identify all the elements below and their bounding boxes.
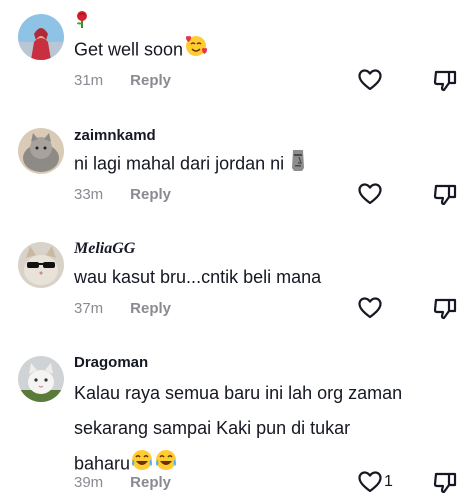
thumbs-down-icon[interactable] (432, 68, 458, 94)
heart-outline-icon[interactable] (357, 295, 383, 321)
avatar[interactable] (18, 356, 64, 402)
thumbs-down-icon[interactable] (432, 296, 458, 322)
like-count: 1 (384, 473, 393, 490)
comment-text: Get well soon (74, 34, 414, 67)
timestamp: 37m (74, 300, 104, 317)
heart-outline-icon[interactable] (357, 181, 383, 207)
avatar[interactable] (18, 128, 64, 174)
comment-text: wau kasut bru...cntik beli mana (74, 267, 322, 287)
thumbs-down-icon[interactable] (432, 182, 458, 208)
comment-meta: 39m Reply (74, 474, 171, 491)
comment-text: ni lagi mahal dari jordan ni (74, 148, 414, 181)
thumbs-down-icon[interactable] (432, 470, 458, 496)
timestamp: 33m (74, 186, 104, 203)
comment-meta: 37m Reply (74, 300, 171, 317)
rose-emoji-icon (74, 10, 90, 33)
timestamp: 31m (74, 72, 104, 89)
reply-button[interactable]: Reply (130, 300, 171, 317)
comment-meta: 33m Reply (74, 186, 171, 203)
comment-text-line: Kalau raya semua baru ini lah org zaman (74, 383, 403, 403)
smiling-face-with-hearts-icon (183, 34, 209, 67)
comment-text: Kalau raya semua baru ini lah org zaman … (74, 378, 414, 481)
timestamp: 39m (74, 474, 104, 491)
avatar[interactable] (18, 14, 64, 60)
reply-button[interactable]: Reply (130, 72, 171, 89)
moai-icon (289, 148, 307, 181)
username[interactable]: zaimnkamd (74, 127, 156, 144)
reply-button[interactable]: Reply (130, 474, 171, 491)
username[interactable]: MeliaGG (74, 240, 135, 258)
reply-button[interactable]: Reply (130, 186, 171, 203)
comment-meta: 31m Reply (74, 72, 171, 89)
avatar[interactable] (18, 242, 64, 288)
comment-text-line: sekarang sampai Kaki pun di tukar (74, 418, 351, 438)
heart-outline-icon[interactable] (357, 469, 383, 495)
heart-outline-icon[interactable] (357, 67, 383, 93)
username[interactable]: Dragoman (74, 354, 148, 371)
